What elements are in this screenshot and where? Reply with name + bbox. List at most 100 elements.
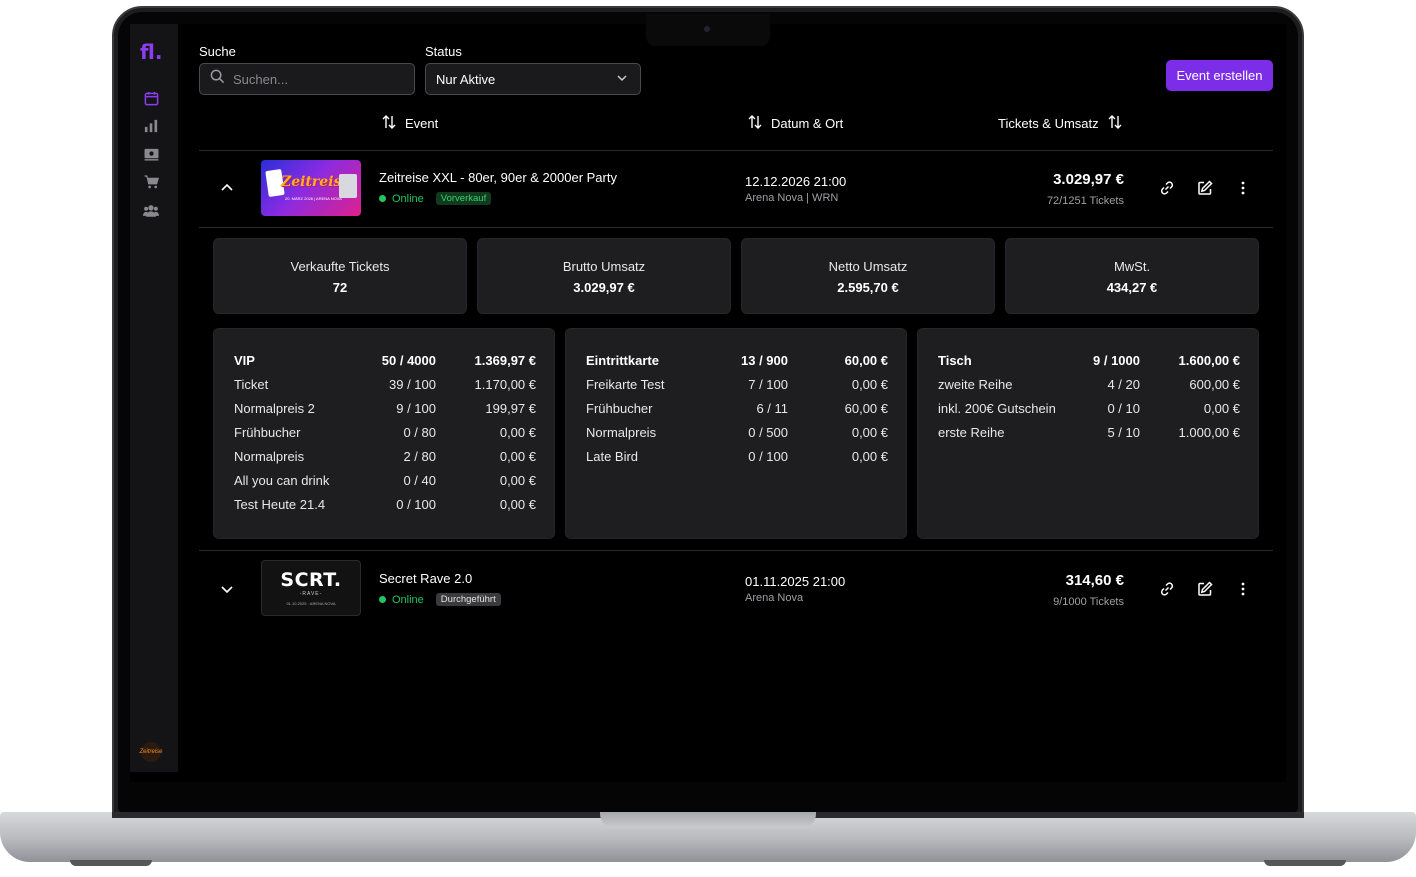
cart-icon[interactable] [142,173,160,191]
ticket-price: 1.000,00 € [1178,425,1240,440]
stat-label: MwSt. [1113,259,1151,274]
event-revenue: 314,60 € [1065,572,1124,589]
ticket-group-header: Tisch 9 / 1000 1.600,00 € [938,353,1240,373]
ticket-count: 39 / 100 [389,377,436,392]
app-logo[interactable]: fl. [140,40,162,64]
status-select[interactable]: Nur Aktive [425,63,641,95]
ticket-count: 50 / 4000 [381,353,436,368]
event-row[interactable]: Zeitreise 20. MÄRZ 2026 | ARENA NOVA Zei… [199,152,1273,224]
event-location: Arena Nova | WRN [745,192,839,204]
ticket-name: All you can drink [234,473,330,488]
thumbnail-title: SCRT. [280,569,342,591]
edit-icon[interactable] [1195,178,1215,198]
status-text: Online [392,593,424,606]
ticket-name: Normalpreis [586,425,657,440]
ticket-price: 60,00 € [844,353,888,368]
column-header-event[interactable]: Event [381,114,438,133]
chart-icon[interactable] [142,117,160,135]
ticket-row: erste Reihe 5 / 10 1.000,00 € [938,425,1240,445]
users-icon[interactable] [142,201,160,219]
column-header-tickets[interactable]: Tickets & Umsatz [998,114,1123,133]
ticket-name: Freikarte Test [586,377,665,392]
ticket-price: 199,97 € [485,401,536,416]
status-text: Online [392,192,424,205]
ticket-name: VIP [234,353,255,368]
more-options-icon[interactable] [1233,178,1253,198]
ticket-count: 5 / 10 [1107,425,1140,440]
calendar-icon[interactable] [142,89,160,107]
event-title[interactable]: Zeitreise XXL - 80er, 90er & 2000er Part… [379,170,617,185]
ticket-row: Test Heute 21.4 0 / 100 0,00 € [234,497,536,517]
ticket-price: 60,00 € [844,401,888,416]
ticket-name: Normalpreis 2 [234,401,315,416]
ticket-name: inkl. 200€ Gutschein [938,401,1056,416]
ticket-row: Normalpreis 2 9 / 100 199,97 € [234,401,536,421]
ticket-row: Ticket 39 / 100 1.170,00 € [234,377,536,397]
ticket-name: Normalpreis [234,449,305,464]
stat-value: 3.029,97 € [573,280,635,295]
chevron-down-icon[interactable] [219,581,235,597]
ticket-price: 0,00 € [851,449,888,464]
ticket-count: 13 / 900 [741,353,788,368]
status-badge: Vorverkauf [435,192,492,205]
ticket-price: 1.170,00 € [474,377,536,392]
edit-icon[interactable] [1195,579,1215,599]
event-thumbnail: SCRT. -RAVE- 01.10.2025 · ARENA NOVA [261,560,361,616]
ticket-price: 600,00 € [1189,377,1240,392]
status-dot [379,195,386,202]
ticket-count: 6 / 11 [756,401,788,416]
ticket-group-card: VIP 50 / 4000 1.369,97 € Ticket 39 / 100 1… [213,328,555,539]
ticket-group-header: Eintrittkarte 13 / 900 60,00 € [586,353,888,373]
chevron-down-icon [616,72,628,87]
event-date: 12.12.2026 21:00 [745,174,847,189]
ticket-price: 0,00 € [851,425,888,440]
ticket-name: erste Reihe [938,425,1005,440]
ticket-row: Late Bird 0 / 100 0,00 € [586,449,888,469]
event-row[interactable]: SCRT. -RAVE- 01.10.2025 · ARENA NOVA Sec… [199,554,1273,626]
ticket-count: 0 / 100 [396,497,436,512]
create-event-button[interactable]: Event erstellen [1166,60,1273,91]
ticket-row: All you can drink 0 / 40 0,00 € [234,473,536,493]
ticket-name: Test Heute 21.4 [234,497,326,512]
ticket-count: 0 / 40 [403,473,436,488]
search-icon [210,69,225,89]
ticket-count: 0 / 80 [403,425,436,440]
link-icon[interactable] [1157,178,1177,198]
stat-label: Brutto Umsatz [562,259,646,274]
event-status: Online Durchgeführt [379,593,501,606]
search-input[interactable] [233,71,403,87]
event-tickets: 72/1251 Tickets [1046,195,1124,207]
ticket-price: 0,00 € [1203,401,1240,416]
ticket-price: 0,00 € [499,473,536,488]
stat-card: Verkaufte Tickets 72 [213,238,467,314]
event-title[interactable]: Secret Rave 2.0 [379,571,472,586]
ticket-name: Eintrittkarte [586,353,659,368]
ticket-group-header: VIP 50 / 4000 1.369,97 € [234,353,536,373]
link-icon[interactable] [1157,579,1177,599]
user-avatar[interactable]: Zeitreise [140,742,163,762]
ticket-price: 1.369,97 € [474,353,536,368]
ticket-name: zweite Reihe [938,377,1013,392]
ticket-row: zweite Reihe 4 / 20 600,00 € [938,377,1240,397]
sort-icon [1107,114,1123,133]
event-revenue: 3.029,97 € [1053,171,1124,188]
ticket-name: Frühbucher [586,401,653,416]
column-header-tickets-label: Tickets & Umsatz [998,116,1099,131]
divider [199,550,1273,551]
stat-value: 434,27 € [1106,280,1158,295]
ticket-count: 2 / 80 [403,449,436,464]
ticket-name: Tisch [938,353,972,368]
stat-card: MwSt. 434,27 € [1005,238,1259,314]
money-icon[interactable] [142,145,160,163]
stat-value: 2.595,70 € [837,280,899,295]
column-header-date[interactable]: Datum & Ort [747,114,843,133]
ticket-group-card: Eintrittkarte 13 / 900 60,00 € Freikarte… [565,328,907,539]
more-options-icon[interactable] [1233,579,1253,599]
ticket-row: Normalpreis 0 / 500 0,00 € [586,425,888,445]
ticket-count: 9 / 1000 [1093,353,1140,368]
search-field[interactable] [199,63,415,95]
column-header-date-label: Datum & Ort [771,116,844,131]
stat-label: Netto Umsatz [828,259,908,274]
chevron-up-icon[interactable] [219,180,235,196]
search-label: Suche [199,44,236,59]
